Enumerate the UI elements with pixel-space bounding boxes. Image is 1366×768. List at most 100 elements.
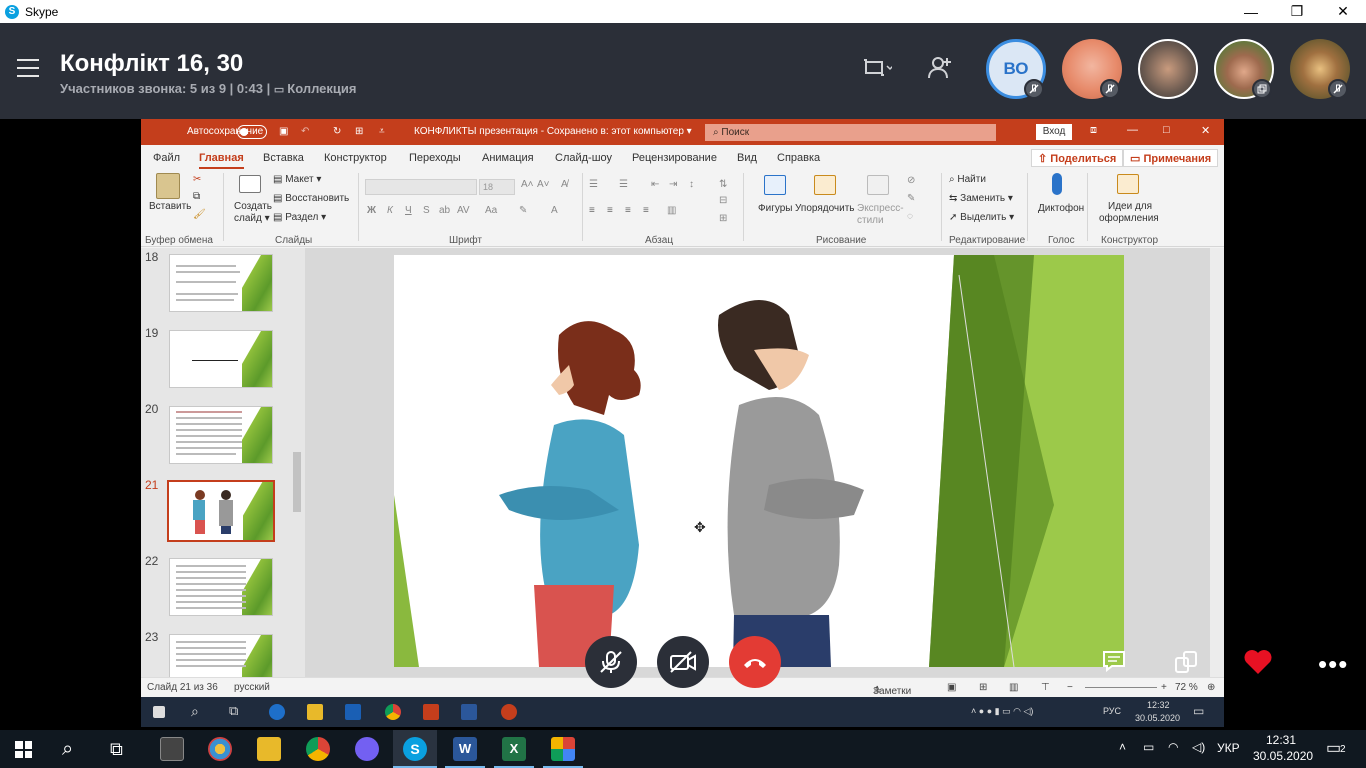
slideshow-icon[interactable]: ⊤ <box>1041 682 1050 693</box>
search-icon[interactable]: ⌕ <box>62 738 73 761</box>
undo-icon[interactable]: ↶ <box>301 126 309 137</box>
arrange-icon[interactable] <box>814 175 836 195</box>
shapes-label[interactable]: Фигуры <box>758 203 792 214</box>
remote-language[interactable]: РУС <box>1103 706 1121 716</box>
editor-scrollbar[interactable] <box>1210 248 1224 677</box>
battery-icon[interactable]: ▭ <box>1143 740 1154 754</box>
switch-view-button[interactable] <box>1174 650 1198 680</box>
arrange-label[interactable]: Упорядочить <box>795 203 855 214</box>
wifi-icon[interactable]: ◠ <box>1168 740 1178 754</box>
justify-icon[interactable]: ≡ <box>643 205 649 216</box>
current-slide[interactable]: ✥ <box>394 255 1124 667</box>
tab-transitions[interactable]: Переходы <box>409 152 461 164</box>
paint-icon[interactable] <box>208 737 232 761</box>
find-button[interactable]: ⌕ Найти <box>949 174 986 185</box>
microphone-icon[interactable] <box>1052 173 1062 195</box>
line-spacing-icon[interactable]: ↕ <box>689 179 694 190</box>
excel-icon[interactable]: X <box>502 737 526 761</box>
tab-help[interactable]: Справка <box>777 152 820 164</box>
columns-icon[interactable]: ▥ <box>667 205 676 216</box>
search-box[interactable]: ⌕ Поиск <box>705 124 996 141</box>
app-icon[interactable] <box>551 737 575 761</box>
zoom-slider[interactable] <box>1085 687 1157 688</box>
design-ideas-label-2[interactable]: оформления <box>1099 213 1159 224</box>
participant-avatar[interactable] <box>1138 39 1198 99</box>
redo-icon[interactable]: ↻ <box>333 126 341 137</box>
spacing-icon[interactable]: ab <box>439 205 450 216</box>
grow-font-icon[interactable]: A˄ <box>521 179 534 190</box>
slide-sorter-icon[interactable]: ⊞ <box>979 682 987 693</box>
task-view-icon[interactable]: ⧉ <box>110 739 123 760</box>
action-center-icon[interactable]: ▭ <box>1326 738 1341 758</box>
change-case-icon[interactable]: Aa <box>485 205 497 216</box>
react-button[interactable] <box>1243 649 1273 681</box>
present-icon[interactable]: ⊞ <box>355 126 363 137</box>
windows-start-icon[interactable] <box>15 741 32 758</box>
chrome-icon[interactable] <box>385 704 401 720</box>
design-ideas-label[interactable]: Идеи для <box>1108 201 1152 212</box>
autosave-toggle[interactable] <box>237 125 267 139</box>
language-indicator[interactable]: русский <box>234 682 270 693</box>
paste-icon[interactable] <box>156 173 180 199</box>
quick-styles-icon[interactable] <box>867 175 889 195</box>
replace-button[interactable]: ⇆ Заменить ▾ <box>949 193 1013 204</box>
skype-app-icon[interactable]: S <box>403 737 427 761</box>
zoom-out-icon[interactable]: − <box>1067 682 1073 693</box>
slide-thumbnail[interactable] <box>169 330 273 388</box>
chat-button[interactable] <box>1102 650 1126 678</box>
font-name-field[interactable] <box>365 179 477 195</box>
shapes-icon[interactable] <box>764 175 786 195</box>
remote-notifications-icon[interactable]: ▭ <box>1193 704 1204 718</box>
shape-outline-icon[interactable]: ✎ <box>907 193 915 204</box>
slide-thumbnail[interactable] <box>169 634 273 677</box>
hang-up-button[interactable] <box>729 636 781 688</box>
toggle-video-button[interactable] <box>657 636 709 688</box>
file-explorer-icon[interactable] <box>257 737 281 761</box>
text-direction-icon[interactable]: ⇅ <box>719 179 727 190</box>
tab-design[interactable]: Конструктор <box>324 152 387 164</box>
keyboard-language[interactable]: УКР <box>1217 741 1240 755</box>
collection-icon[interactable]: ▭ <box>274 84 287 96</box>
viber-icon[interactable] <box>355 737 379 761</box>
edge-icon[interactable] <box>269 704 285 720</box>
char-spacing-icon[interactable]: AV <box>457 205 470 216</box>
clock-time[interactable]: 12:31 <box>1266 733 1296 747</box>
minimize-button[interactable]: — <box>1228 0 1274 23</box>
reading-view-icon[interactable]: ▥ <box>1009 682 1018 693</box>
shape-fill-icon[interactable]: ⊘ <box>907 175 915 186</box>
italic-icon[interactable]: К <box>387 205 393 216</box>
zoom-in-icon[interactable]: + <box>1161 682 1167 693</box>
bullets-icon[interactable]: ☰ <box>589 179 598 190</box>
word-icon[interactable] <box>461 704 477 720</box>
tab-insert[interactable]: Вставка <box>263 152 304 164</box>
decrease-indent-icon[interactable]: ⇤ <box>651 179 659 190</box>
chrome-icon[interactable] <box>306 737 330 761</box>
windows-start-icon[interactable] <box>153 706 165 718</box>
shape-effects-icon[interactable]: ◌ <box>907 211 913 222</box>
ppt-minimize-button[interactable]: — <box>1127 124 1138 136</box>
font-color-icon[interactable]: A <box>551 205 558 216</box>
document-title[interactable]: КОНФЛИКТЫ презентация - Сохранено в: это… <box>414 126 692 137</box>
save-icon[interactable]: ▣ <box>279 126 288 137</box>
design-ideas-icon[interactable] <box>1117 174 1139 194</box>
clock-date[interactable]: 30.05.2020 <box>1253 749 1313 763</box>
task-view-icon[interactable]: ⧉ <box>229 703 238 719</box>
restore-button[interactable]: ❐ <box>1274 0 1320 23</box>
layout-button[interactable]: ▤ Макет ▾ <box>273 174 321 185</box>
new-slide-label[interactable]: Создать слайд ▾ <box>234 201 274 225</box>
outlook-icon[interactable] <box>345 704 361 720</box>
comments-button[interactable]: ▭ Примечания <box>1123 149 1219 167</box>
ppt-maximize-button[interactable]: □ <box>1163 124 1170 136</box>
thumbnails-scrollbar[interactable] <box>289 248 305 677</box>
underline-icon[interactable]: Ч <box>405 205 412 216</box>
tab-home[interactable]: Главная <box>199 152 244 169</box>
close-button[interactable]: ✕ <box>1320 0 1366 23</box>
tab-view[interactable]: Вид <box>737 152 757 164</box>
menu-icon[interactable] <box>17 59 39 77</box>
mute-microphone-button[interactable] <box>585 636 637 688</box>
align-text-icon[interactable]: ⊟ <box>719 195 727 206</box>
search-icon[interactable]: ⌕ <box>191 703 199 720</box>
login-button[interactable]: Вход <box>1036 124 1072 140</box>
zoom-level[interactable]: 72 % <box>1175 682 1198 693</box>
bold-icon[interactable]: Ж <box>367 205 376 216</box>
